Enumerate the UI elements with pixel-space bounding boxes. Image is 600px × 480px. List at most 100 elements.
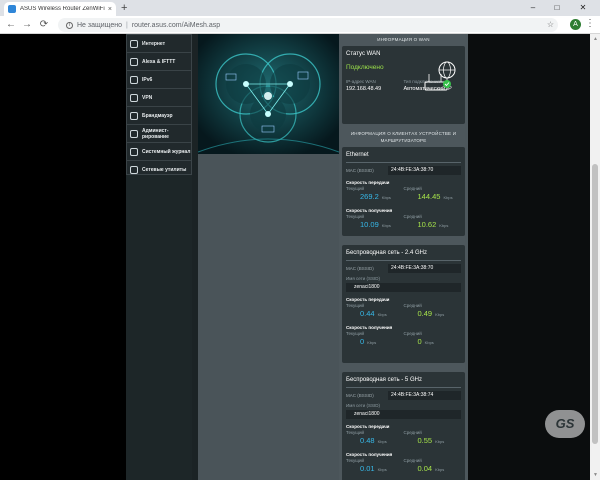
sidebar-item-label: Сетевые утилиты [142, 167, 187, 173]
tools-icon [130, 166, 138, 174]
reload-button[interactable]: ⟳ [37, 18, 51, 32]
new-tab-button[interactable]: + [121, 1, 127, 15]
wifi24-rx-average: 0 [417, 337, 422, 346]
unit-label: Kbps [381, 195, 391, 200]
browser-menu-icon[interactable]: ⋮ [585, 17, 595, 31]
left-background [0, 34, 126, 480]
scrollbar-thumb[interactable] [592, 164, 598, 444]
globe-icon [130, 39, 138, 48]
url-text[interactable]: router.asus.com/AiMesh.asp [132, 22, 220, 29]
wifi24-ssid-value: zenaci1800 [346, 283, 461, 292]
wifi24-rx-current: 0 [360, 337, 365, 346]
unit-label: Kbps [381, 223, 391, 228]
sidebar-item-label: Брандмауэр [142, 112, 173, 119]
window-close-button[interactable]: ✕ [572, 0, 594, 16]
unit-label: Kbps [377, 467, 387, 472]
ethernet-mac-label: MAC (BSSID) [346, 168, 374, 173]
profile-avatar[interactable]: A [570, 19, 581, 30]
browser-toolbar: ← → ⟳ i Не защищено | router.asus.com/Ai… [0, 16, 600, 34]
main-content-area [198, 154, 339, 480]
wifi24-mac-label: MAC (BSSID) [346, 266, 374, 271]
sidebar-item-label: Системный журнал [142, 148, 191, 155]
ethernet-rx-current: 10.09 [360, 220, 379, 229]
devices-section-title-line1: ИНФОРМАЦИЯ О КЛИЕНТАХ УСТРОЙСТВЕ И [350, 131, 457, 136]
router-globe-icon [424, 61, 456, 91]
back-button[interactable]: ← [4, 18, 18, 32]
sidebar-item-ipv6[interactable]: IPv6 [127, 71, 191, 89]
wifi5-tx-average: 0.55 [417, 436, 433, 445]
ethernet-rx-average: 10.62 [417, 220, 437, 229]
browser-titlebar: ASUS Wireless Router ZenWiFi × + – □ ✕ [0, 0, 600, 16]
sidebar-item-label: Админист-рирование [142, 127, 169, 140]
ethernet-mac-value: 24:4B:FE:3A:38:70 [388, 166, 461, 175]
wifi24-rx-title: Скорость получения [346, 325, 393, 330]
tab-close-icon[interactable]: × [108, 6, 112, 13]
wifi-24ghz-card: Беспроводная сеть - 2.4 GHz MAC (BSSID) … [342, 245, 465, 363]
firewall-icon [130, 111, 138, 120]
wifi5-mac-label: MAC (BSSID) [346, 393, 374, 398]
ipv6-icon [130, 75, 138, 84]
unit-label: Kbps [439, 223, 449, 228]
ethernet-tx-title: Скорость передачи [346, 180, 390, 185]
wifi5-tx-current: 0.48 [360, 436, 375, 445]
wifi5-mac-value: 24:4B:FE:3A:38:74 [388, 391, 461, 400]
router-page: Интернет Alexa & IFTTT IPv6 VPN Брандмау… [0, 34, 600, 480]
wifi24-tx-current: 0.44 [360, 309, 375, 318]
devices-section-title-line2: МАРШРУТИЗАТОРЕ [380, 138, 427, 143]
address-bar[interactable]: i Не защищено | router.asus.com/AiMesh.a… [58, 18, 558, 32]
info-icon[interactable]: i [66, 21, 73, 29]
aimesh-graphic-icon [198, 34, 339, 154]
wifi5-ssid-value: zenaci1800 [346, 410, 461, 419]
wifi5-rx-average: 0.04 [417, 464, 433, 473]
sidebar-item-label: IPv6 [142, 76, 153, 83]
sidebar-item-firewall[interactable]: Брандмауэр [127, 107, 191, 125]
maximize-button[interactable]: □ [546, 0, 568, 16]
asus-favicon-icon [8, 5, 16, 13]
wifi24-mac-value: 24:4B:FE:3A:38:70 [388, 264, 461, 273]
insecure-label: Не защищено [77, 21, 122, 29]
alexa-icon [130, 57, 138, 66]
scroll-up-icon[interactable]: ▲ [593, 36, 598, 42]
sidebar-item-internet[interactable]: Интернет [127, 35, 191, 53]
admin-icon [130, 129, 138, 138]
tab-title: ASUS Wireless Router ZenWiFi [20, 6, 105, 12]
wifi24-tx-title: Скорость передачи [346, 297, 390, 302]
log-icon [130, 147, 138, 156]
wan-section-title: ИНФОРМАЦИЯ О WAN [377, 37, 430, 42]
wan-status-card: Статус WAN Подключено IP-адрес WAN 192.1… [342, 46, 465, 124]
ethernet-tx-current: 269.2 [360, 192, 379, 201]
sidebar-item-label: VPN [142, 94, 153, 101]
unit-label: Kbps [435, 467, 445, 472]
scroll-down-icon[interactable]: ▼ [593, 472, 598, 478]
wan-card-title: Статус WAN [346, 51, 381, 57]
aimesh-illustration [198, 34, 339, 154]
watermark-logo: GS [545, 410, 585, 438]
info-panel: ИНФОРМАЦИЯ О WAN Статус WAN Подключено I… [339, 34, 468, 480]
wan-ip-value: 192.168.48.49 [346, 86, 382, 92]
wifi-5ghz-card: Беспроводная сеть - 5 GHz MAC (BSSID) 24… [342, 372, 465, 480]
bookmark-star-icon[interactable]: ☆ [547, 18, 554, 32]
sidebar-item-network-tools[interactable]: Сетевые утилиты [127, 161, 191, 179]
minimize-button[interactable]: – [522, 0, 544, 16]
sidebar-item-vpn[interactable]: VPN [127, 89, 191, 107]
wifi24-ssid-label: Имя сети (SSID) [346, 276, 380, 281]
sidebar-item-system-log[interactable]: Системный журнал [127, 143, 191, 161]
unit-label: Kbps [443, 195, 453, 200]
unit-label: Kbps [377, 312, 387, 317]
unit-label: Kbps [424, 340, 434, 345]
sidebar-item-alexa[interactable]: Alexa & IFTTT [127, 53, 191, 71]
wifi5-tx-title: Скорость передачи [346, 424, 390, 429]
url-separator: | [126, 21, 128, 29]
unit-label: Kbps [367, 340, 377, 345]
ethernet-card: Ethernet MAC (BSSID) 24:4B:FE:3A:38:70 С… [342, 147, 465, 236]
unit-label: Kbps [377, 439, 387, 444]
sidebar-item-administration[interactable]: Админист-рирование [127, 125, 191, 143]
forward-button[interactable]: → [20, 18, 34, 32]
wifi24-title: Беспроводная сеть - 2.4 GHz [346, 250, 427, 256]
wifi24-tx-average: 0.49 [417, 309, 433, 318]
browser-tab[interactable]: ASUS Wireless Router ZenWiFi × [4, 2, 116, 16]
sidebar-item-label: Alexa & IFTTT [142, 58, 176, 65]
unit-label: Kbps [435, 439, 445, 444]
wifi5-rx-title: Скорость получения [346, 452, 393, 457]
sidebar-menu: Интернет Alexa & IFTTT IPv6 VPN Брандмау… [126, 34, 192, 175]
